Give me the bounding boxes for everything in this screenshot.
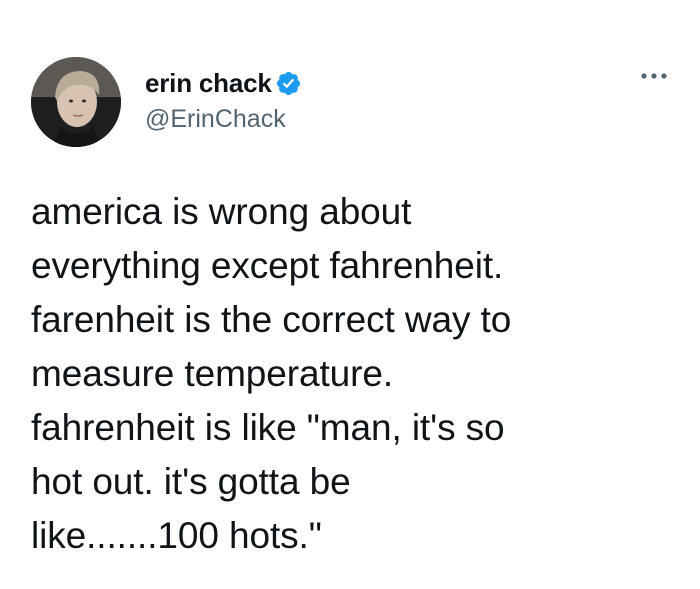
avatar-photo xyxy=(31,57,121,147)
tweet-text: america is wrong about everything except… xyxy=(31,191,512,556)
author-name-row: erin chack xyxy=(145,66,302,100)
more-options-button[interactable] xyxy=(638,60,670,92)
author-handle[interactable]: @ErinChack xyxy=(145,105,286,134)
verified-badge-icon xyxy=(275,70,302,97)
author-display-name[interactable]: erin chack xyxy=(145,68,272,99)
author-avatar[interactable] xyxy=(31,57,121,147)
tweet-card: erin chack @ErinChack america is wrong a… xyxy=(0,0,700,589)
ellipsis-icon xyxy=(641,73,667,79)
